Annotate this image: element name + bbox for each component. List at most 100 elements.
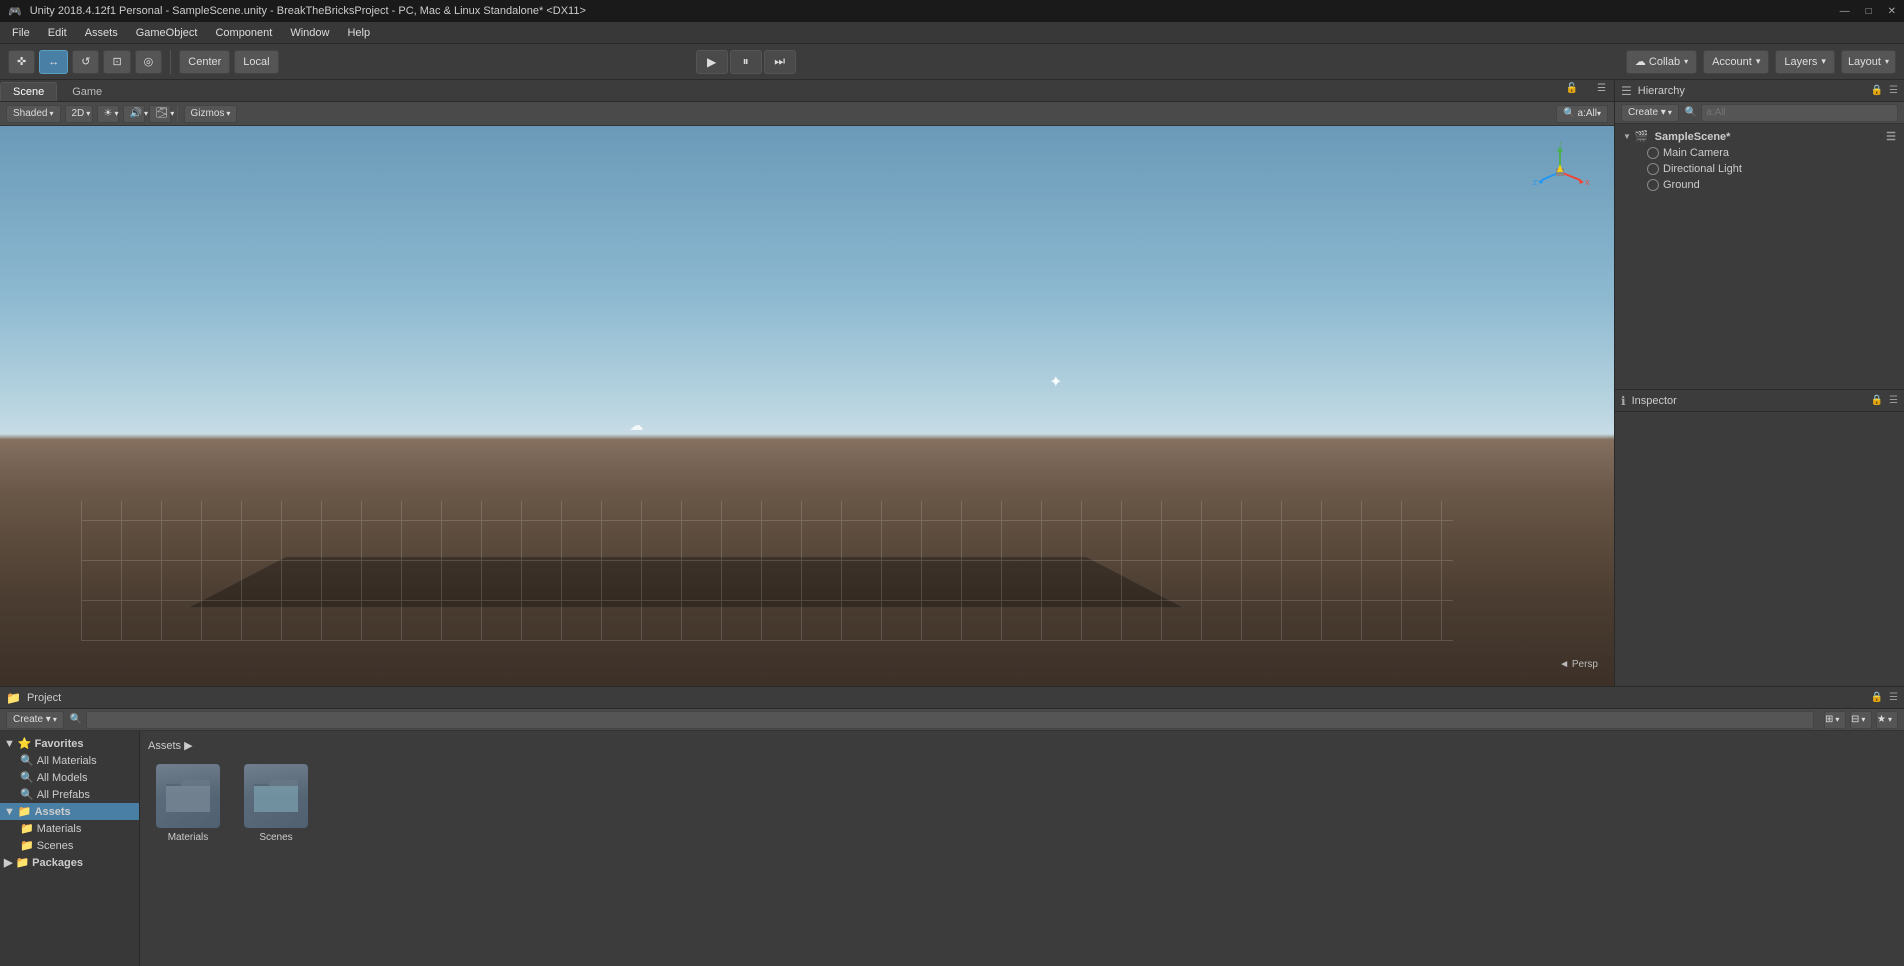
axis-gizmo-svg: Y X Z [1530, 142, 1590, 202]
inspector-panel: ℹ Inspector 🔒 ☰ [1615, 390, 1904, 686]
scene-icon-glyph: 🎬 [1635, 130, 1649, 143]
assets-folder-icon: 📁 [18, 805, 32, 818]
project-content: ▼ ⭐ Favorites 🔍 All Materials 🔍 All Mode… [0, 731, 1904, 966]
tree-section-favorites[interactable]: ▼ ⭐ Favorites [0, 735, 139, 752]
project-search-input[interactable] [86, 711, 1814, 729]
hierarchy-scene-root[interactable]: ▼ 🎬 SampleScene* ☰ [1615, 128, 1904, 145]
tab-game[interactable]: Game [59, 82, 115, 101]
tree-item-materials-folder[interactable]: 📁 Materials [0, 820, 139, 837]
tool-move[interactable]: ↔ [39, 50, 68, 74]
project-filter-btn-1[interactable]: ⊞ [1824, 711, 1846, 729]
menu-help[interactable]: Help [339, 25, 378, 41]
viewport-main: Scene Game 🔓 ☰ Shaded 2D ☀ [0, 80, 1904, 966]
lighting-button[interactable]: ☀ [97, 105, 119, 123]
audio-button[interactable]: 🔊 [123, 105, 145, 123]
tree-item-scenes-folder[interactable]: 📁 Scenes [0, 837, 139, 854]
hierarchy-panel-icon: ☰ [1621, 84, 1632, 98]
favorites-arrow-icon: ▼ [4, 738, 15, 750]
tree-section-packages[interactable]: ▶ 📁 Packages [0, 854, 139, 871]
perspective-label: ◄ Persp [1559, 659, 1598, 670]
asset-item-materials[interactable]: Materials [148, 764, 228, 843]
project-filter-btn-3[interactable]: ★ [1876, 711, 1898, 729]
scene-lock-icon[interactable]: 🔓 [1566, 83, 1578, 94]
tree-item-all-materials[interactable]: 🔍 All Materials [0, 752, 139, 769]
svg-text:Z: Z [1533, 180, 1538, 187]
project-tree: ▼ ⭐ Favorites 🔍 All Materials 🔍 All Mode… [0, 731, 140, 966]
layers-dropdown[interactable]: Layers [1775, 50, 1835, 74]
menu-gameobject[interactable]: GameObject [128, 25, 206, 41]
menu-window[interactable]: Window [282, 25, 337, 41]
scene-game-area: Scene Game 🔓 ☰ Shaded 2D ☀ [0, 80, 1614, 686]
tree-item-all-models[interactable]: 🔍 All Models [0, 769, 139, 786]
hierarchy-lock-icon[interactable]: 🔒 [1871, 85, 1883, 96]
hierarchy-main-camera-label: Main Camera [1663, 147, 1729, 159]
layers-label: Layers [1784, 56, 1817, 68]
viewport-area: Scene Game 🔓 ☰ Shaded 2D ☀ [0, 80, 1904, 686]
tool-rotate[interactable]: ↺ [72, 50, 99, 74]
inspector-lock-icon[interactable]: 🔒 [1871, 395, 1883, 406]
project-title: Project [27, 692, 61, 704]
close-button[interactable]: ✕ [1888, 6, 1896, 17]
tab-game-label: Game [72, 86, 102, 98]
window-controls: — □ ✕ [1840, 6, 1896, 17]
play-button[interactable]: ▶ [696, 50, 728, 74]
hierarchy-item-directional-light[interactable]: Directional Light [1615, 161, 1904, 177]
packages-label: Packages [32, 857, 83, 869]
scene-sep [177, 106, 178, 122]
menu-component[interactable]: Component [207, 25, 280, 41]
packages-arrow-icon: ▶ [4, 856, 12, 869]
materials-folder-label: Materials [168, 832, 209, 843]
tree-item-all-prefabs[interactable]: 🔍 All Prefabs [0, 786, 139, 803]
hierarchy-item-main-camera[interactable]: Main Camera [1615, 145, 1904, 161]
collab-button[interactable]: ☁ Collab [1626, 50, 1697, 74]
hierarchy-controls: 🔒 ☰ [1871, 85, 1898, 96]
hierarchy-scene-name: SampleScene* [1655, 131, 1731, 143]
scenes-folder-icon: 📁 [20, 839, 34, 852]
tool-scale[interactable]: ⊡ [103, 50, 130, 74]
account-dropdown[interactable]: Account [1703, 50, 1769, 74]
toolbar: ✜ ↔ ↺ ⊡ ◎ Center Local ▶ ⏸ ⏭ ☁ Collab Ac… [0, 44, 1904, 80]
menu-assets[interactable]: Assets [77, 25, 126, 41]
project-filter-btn-2[interactable]: ⊟ [1850, 711, 1872, 729]
hierarchy-search-input[interactable] [1701, 104, 1898, 122]
center-button[interactable]: Center [179, 50, 230, 74]
tool-rect[interactable]: ◎ [135, 50, 163, 74]
hierarchy-item-ground[interactable]: Ground [1615, 177, 1904, 193]
search-all-dropdown[interactable]: 🔍 a:All [1556, 105, 1608, 123]
menu-file[interactable]: File [4, 25, 38, 41]
menu-edit[interactable]: Edit [40, 25, 75, 41]
hierarchy-title: Hierarchy [1638, 85, 1685, 97]
layout-dropdown[interactable]: Layout [1841, 50, 1896, 74]
hierarchy-ground-label: Ground [1663, 179, 1700, 191]
packages-folder-icon: 📁 [15, 856, 29, 869]
project-lock-icon[interactable]: 🔒 [1871, 692, 1883, 703]
effects-button[interactable]: 🌫 [149, 105, 171, 123]
materials-folder-thumbnail [156, 764, 220, 828]
maximize-button[interactable]: □ [1866, 6, 1872, 17]
ground-object-icon [1647, 179, 1659, 191]
minimize-button[interactable]: — [1840, 6, 1850, 17]
tree-section-assets[interactable]: ▼ 📁 Assets [0, 803, 139, 820]
inspector-menu-icon[interactable]: ☰ [1889, 395, 1898, 406]
project-create-button[interactable]: Create ▾ [6, 711, 64, 729]
menu-bar: File Edit Assets GameObject Component Wi… [0, 22, 1904, 44]
main-content: Scene Game 🔓 ☰ Shaded 2D ☀ [0, 80, 1904, 966]
shading-dropdown[interactable]: Shaded [6, 105, 61, 123]
hierarchy-create-button[interactable]: Create ▾ [1621, 104, 1679, 122]
project-menu-icon[interactable]: ☰ [1889, 692, 1898, 703]
step-button[interactable]: ⏭ [764, 50, 796, 74]
scene-options-icon[interactable]: ☰ [1886, 130, 1896, 143]
tab-scene[interactable]: Scene [0, 82, 57, 101]
scene-viewport[interactable]: ✦ ☁ ◄ Persp [0, 126, 1614, 686]
2d-button[interactable]: 2D [65, 105, 93, 123]
hierarchy-menu-icon[interactable]: ☰ [1889, 85, 1898, 96]
asset-item-scenes[interactable]: Scenes [236, 764, 316, 843]
scene-menu-icon[interactable]: ☰ [1597, 83, 1606, 94]
local-button[interactable]: Local [234, 50, 278, 74]
materials-folder-icon: 📁 [20, 822, 34, 835]
gizmos-dropdown[interactable]: Gizmos [184, 105, 238, 123]
grid-overlay [81, 501, 1453, 641]
tool-hand[interactable]: ✜ [8, 50, 35, 74]
inspector-controls: 🔒 ☰ [1871, 395, 1898, 406]
pause-button[interactable]: ⏸ [730, 50, 762, 74]
